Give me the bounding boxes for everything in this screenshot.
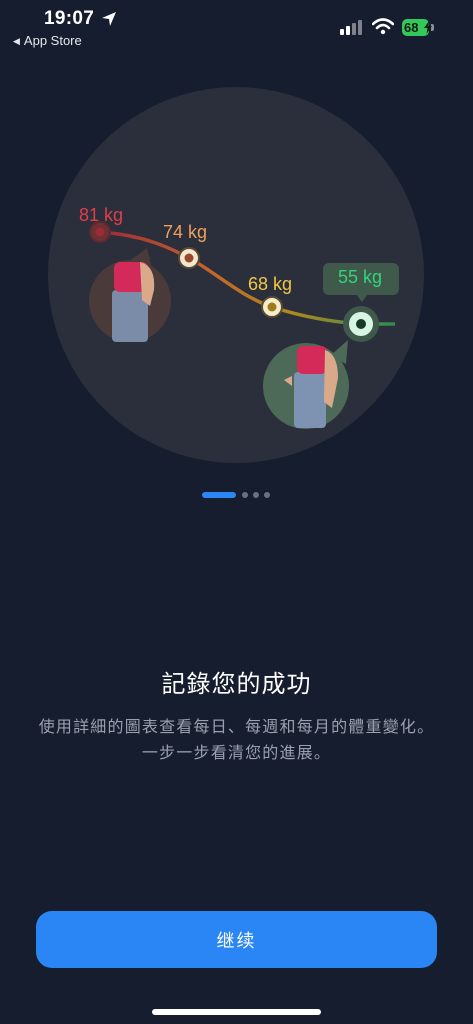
description: 使用詳細的圖表查看每日、每週和每月的體重變化。一步一步看清您的進展。 (38, 717, 435, 762)
page-dot[interactable] (264, 492, 270, 498)
progress-illustration: 81 kg 74 kg 68 kg 55 kg (48, 87, 424, 463)
data-point (343, 306, 379, 342)
home-indicator[interactable] (152, 1009, 321, 1015)
data-label: 74 kg (163, 222, 207, 242)
data-label: 81 kg (79, 205, 123, 225)
data-point (261, 296, 283, 318)
continue-button[interactable]: 继续 (36, 911, 437, 968)
data-label: 55 kg (338, 267, 382, 287)
data-label: 68 kg (248, 274, 292, 294)
data-point (89, 221, 111, 243)
headline: 記錄您的成功 (161, 670, 312, 698)
page-dot[interactable] (242, 492, 248, 498)
page-dot[interactable] (253, 492, 259, 498)
data-point (178, 247, 200, 269)
onboarding-screen: 19:07 ◀ App Store 68 81 kg 74 kg 68 kg 5… (0, 0, 473, 1024)
page-dot-active[interactable] (202, 492, 236, 498)
